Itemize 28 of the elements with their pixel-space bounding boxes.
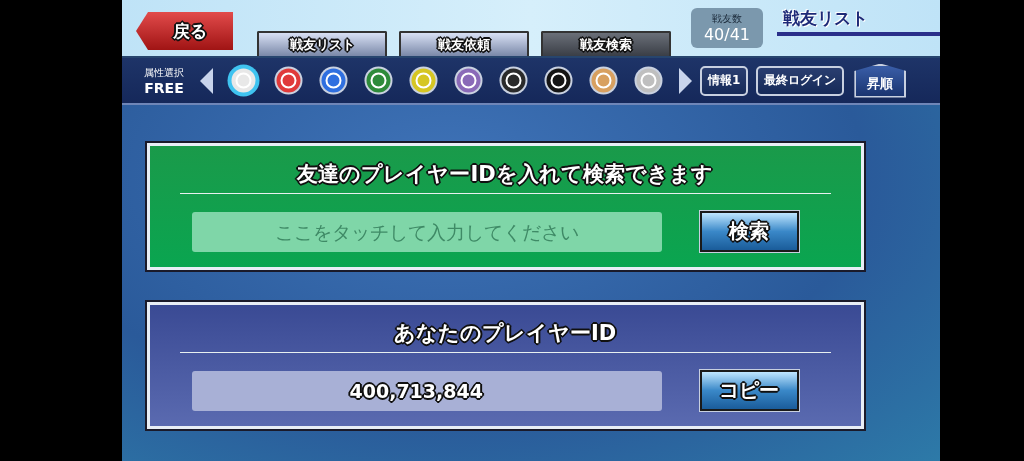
attribute-value: FREE: [144, 79, 184, 96]
panel-title: あなたのプレイヤーID: [179, 319, 831, 353]
left-arrow-icon[interactable]: [200, 67, 213, 94]
player-id-input[interactable]: ここをタッチして入力してください: [191, 211, 662, 252]
attribute-icon[interactable]: [542, 64, 575, 97]
attribute-icon[interactable]: [452, 64, 485, 97]
attribute-icon[interactable]: [587, 64, 620, 97]
right-arrow-icon[interactable]: [679, 67, 692, 94]
attribute-icon[interactable]: [362, 64, 395, 97]
screen-title: 戦友リスト: [777, 5, 940, 36]
attribute-icon[interactable]: [632, 64, 665, 97]
attribute-icon[interactable]: [227, 64, 260, 97]
player-id-value: 400,713,844: [191, 370, 662, 411]
friend-count-value: 40/41: [703, 26, 751, 44]
info-button[interactable]: 情報1: [700, 65, 749, 96]
attribute-icon[interactable]: [407, 64, 440, 97]
sort-key-button[interactable]: 最終ログイン: [756, 65, 845, 96]
attribute-icon[interactable]: [272, 64, 305, 97]
attribute-label: 属性選択: [144, 65, 184, 80]
friend-count-label: 戦友数: [712, 12, 742, 26]
attribute-icon[interactable]: [497, 64, 530, 97]
order-button[interactable]: 昇順: [854, 63, 907, 98]
tab[interactable]: 戦友検索: [541, 31, 671, 56]
attribute-icon[interactable]: [317, 64, 350, 97]
copy-button[interactable]: コピー: [699, 370, 799, 411]
search-button[interactable]: 検索: [699, 211, 799, 252]
panel-title: 友達のプレイヤーIDを入れて検索できます: [179, 160, 831, 194]
back-button[interactable]: 戻る: [136, 12, 233, 50]
